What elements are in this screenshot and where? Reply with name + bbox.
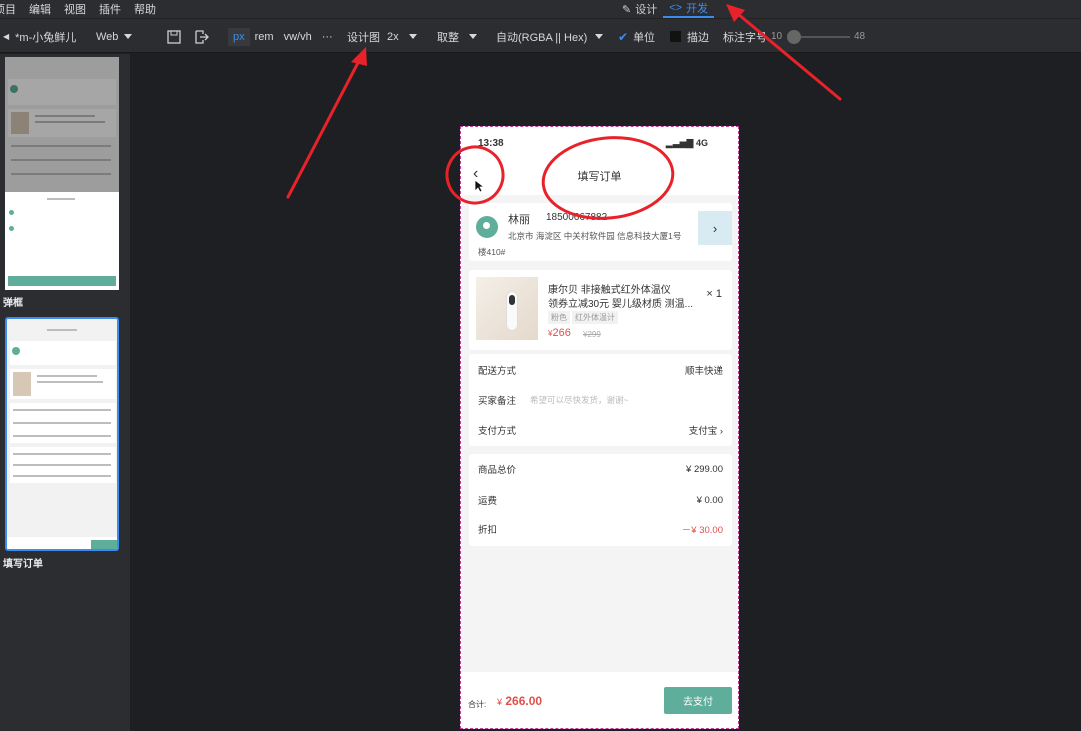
annotation-arrow xyxy=(730,7,842,101)
annotation-arrow xyxy=(286,53,364,199)
app-window: 项目 编辑 视图 插件 帮助 ✎ 设计 <> 开发 ◀ *m-小兔鲜儿 Web xyxy=(0,0,1081,731)
arrowhead xyxy=(351,47,367,66)
annotation-layer xyxy=(286,4,842,220)
annotation-circle xyxy=(445,145,505,205)
annotation-arrowheads xyxy=(351,4,745,66)
mouse-cursor-icon xyxy=(474,179,484,193)
annotation-circle xyxy=(541,136,675,220)
